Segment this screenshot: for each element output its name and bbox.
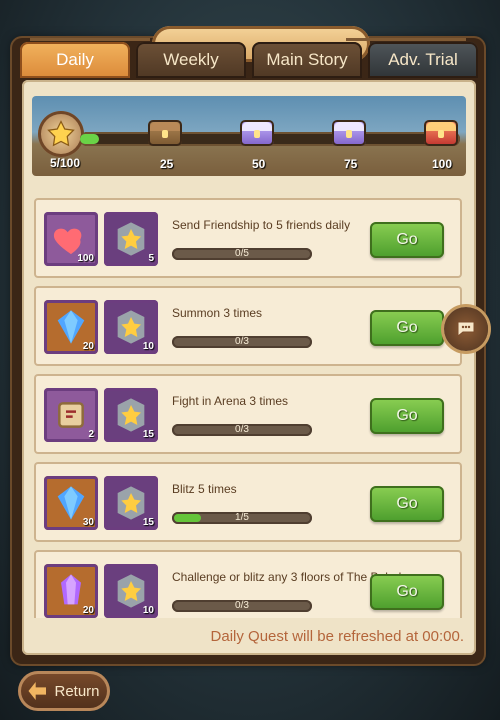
purple-crystal-icon: 20 [44, 564, 98, 618]
quest-progress-bar: 0/3 [172, 600, 312, 612]
milestone-100-label: 100 [432, 157, 453, 171]
milestone-25-label: 25 [160, 157, 174, 171]
chest-icon-75[interactable] [332, 120, 366, 146]
quest-progress-text: 0/3 [235, 600, 249, 611]
scroll-map-icon: 2 [44, 388, 98, 442]
chest-icon-100[interactable] [424, 120, 458, 146]
tab-label: Main Story [266, 50, 348, 69]
go-button[interactable]: Go [370, 310, 444, 346]
quest-progress-text: 0/3 [235, 424, 249, 435]
chest-icon-50[interactable] [240, 120, 274, 146]
tab-daily[interactable]: Daily [20, 42, 130, 78]
quest-row: 20 10 Summon 3 times 0/3 Go [34, 286, 462, 366]
quest-title: Challenge or blitz any 3 floors of The B… [172, 570, 402, 584]
diamond-icon: 30 [44, 476, 98, 530]
quest-progress-text: 0/3 [235, 336, 249, 347]
reward-count: 20 [82, 605, 94, 616]
star-badge-icon: 10 [104, 564, 158, 618]
chat-bubble-icon [457, 321, 475, 338]
tab-main-story[interactable]: Main Story [252, 42, 362, 78]
quest-title: Summon 3 times [172, 306, 263, 320]
star-badge-icon: 15 [104, 388, 158, 442]
tab-label: Weekly [163, 50, 219, 69]
tab-adv-trial[interactable]: Adv. Trial [368, 42, 478, 78]
reward-count: 5 [148, 253, 154, 264]
star-badge-icon: 10 [104, 300, 158, 354]
reward-count: 10 [142, 341, 154, 352]
quest-row: 100 5 Send Friendship to 5 friends daily… [34, 198, 462, 278]
chest-icon-25[interactable] [148, 120, 182, 146]
quest-progress-bar: 0/5 [172, 248, 312, 260]
quest-progress-text: 0/5 [235, 248, 249, 259]
reward-count: 2 [88, 429, 94, 440]
daily-points-badge[interactable] [38, 111, 84, 157]
chat-button[interactable] [444, 307, 488, 351]
reward-count: 15 [142, 517, 154, 528]
daily-points-label: 5/100 [50, 156, 81, 170]
go-button[interactable]: Go [370, 398, 444, 434]
tab-label: Adv. Trial [388, 50, 458, 69]
quest-row: 2 15 Fight in Arena 3 times 0/3 Go [34, 374, 462, 454]
quest-progress-bar: 0/3 [172, 336, 312, 348]
go-button[interactable]: Go [370, 222, 444, 258]
refresh-notice: Daily Quest will be refreshed at 00:00. [210, 628, 464, 645]
reward-count: 15 [142, 429, 154, 440]
tab-weekly[interactable]: Weekly [136, 42, 246, 78]
quest-progress-text: 1/5 [235, 512, 249, 523]
reward-count: 30 [82, 517, 94, 528]
tab-label: Daily [56, 50, 94, 69]
star-badge-icon: 5 [104, 212, 158, 266]
star-icon [47, 120, 75, 147]
quest-title: Send Friendship to 5 friends daily [172, 218, 351, 232]
reward-count: 20 [82, 341, 94, 352]
return-label: Return [54, 682, 100, 700]
milestone-50-label: 50 [252, 157, 266, 171]
quest-title: Blitz 5 times [172, 482, 237, 496]
quest-list[interactable]: 100 5 Send Friendship to 5 friends daily… [34, 198, 462, 618]
heart-icon: 100 [44, 212, 98, 266]
quest-progress-bar: 1/5 [172, 512, 312, 524]
reward-count: 10 [142, 605, 154, 616]
quest-progress-bar: 0/3 [172, 424, 312, 436]
diamond-icon: 20 [44, 300, 98, 354]
back-arrow-icon [28, 682, 47, 700]
go-button[interactable]: Go [370, 486, 444, 522]
daily-progress-strip: 5/100 25 50 75 100 [32, 96, 466, 176]
tab-bar: Daily Weekly Main Story Adv. Trial [20, 42, 480, 80]
star-badge-icon: 15 [104, 476, 158, 530]
quest-panel: 5/100 25 50 75 100 100 5 Send Friendship… [22, 80, 476, 655]
quest-row: 30 15 Blitz 5 times 1/5 Go [34, 462, 462, 542]
reward-count: 100 [77, 253, 94, 264]
milestone-75-label: 75 [344, 157, 358, 171]
quest-title: Fight in Arena 3 times [172, 394, 289, 408]
quest-row: 20 10 Challenge or blitz any 3 floors of… [34, 550, 462, 618]
return-button[interactable]: Return [18, 671, 110, 711]
daily-progress-fill [80, 134, 99, 144]
go-button[interactable]: Go [370, 574, 444, 610]
